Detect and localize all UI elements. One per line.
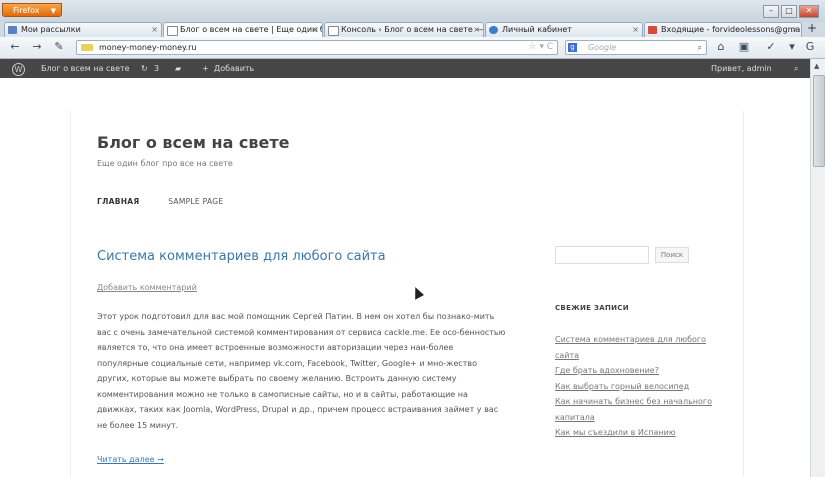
updates-icon[interactable]: ↻ (141, 59, 148, 78)
close-tab-icon[interactable]: × (632, 23, 639, 37)
window-controls: – □ ✕ (763, 5, 819, 18)
dropdown-icon[interactable]: ▾ (785, 40, 799, 54)
tab-2[interactable]: Консоль ‹ Блог о всем на свете — ... × (324, 22, 484, 37)
page-icon (328, 26, 339, 36)
address-bar[interactable]: money-money-money.ru ☆ ▾ C (76, 40, 558, 55)
mail-icon (8, 26, 17, 34)
tab-label: Консоль ‹ Блог о всем на свете — ... (341, 25, 484, 34)
sidebar-search-input[interactable] (555, 246, 649, 264)
main-menu: ГЛАВНАЯ SAMPLE PAGE (97, 197, 249, 206)
add-new-link[interactable]: Добавить (214, 59, 254, 78)
close-tab-icon[interactable]: × (312, 23, 319, 37)
new-tab-button[interactable]: + (804, 22, 820, 36)
recent-post-link[interactable]: Как мы съездили в Испанию (555, 425, 715, 441)
cabinet-icon (489, 26, 498, 34)
firefox-menu-label: Firefox (13, 6, 40, 15)
firefox-menu-button[interactable]: Firefox ▼ (2, 3, 62, 17)
read-more-link[interactable]: Читать далее → (97, 455, 164, 464)
navigation-toolbar: ← → ✎ money-money-money.ru ☆ ▾ C g Googl… (0, 37, 825, 59)
bookmark-star-icon[interactable]: ☆ ▾ C (528, 41, 553, 54)
forward-icon[interactable]: → (30, 40, 44, 54)
recent-post-link[interactable]: Где брать вдохновение? (555, 363, 715, 379)
post-excerpt: Этот урок подготовил для вас мой помощни… (97, 312, 506, 430)
menu-item-sample-page[interactable]: SAMPLE PAGE (168, 197, 223, 206)
plus-icon[interactable]: + (202, 59, 209, 78)
addon-icon[interactable]: G (803, 40, 817, 54)
sidebar-search-button[interactable]: Поиск (655, 247, 689, 263)
tab-0[interactable]: Мои рассылки × (4, 22, 162, 37)
recent-post-link[interactable]: Как начинать бизнес без начального капит… (555, 394, 715, 425)
tab-strip: Мои рассылки × Блог о всем на свете | Ещ… (0, 22, 825, 37)
site-identity-icon (81, 44, 93, 51)
recent-posts-heading: СВЕЖИЕ ЗАПИСИ (555, 304, 629, 312)
back-icon[interactable]: ← (8, 40, 22, 54)
site-page: Блог о всем на свете Еще один блог про в… (70, 111, 744, 477)
recent-post-link[interactable]: Система комментариев для любого сайта (555, 332, 715, 363)
close-tab-icon[interactable]: × (791, 23, 798, 37)
tab-1[interactable]: Блог о всем на свете | Еще один бл... × (163, 22, 323, 37)
vertical-scrollbar[interactable]: ▲ (810, 59, 825, 477)
updates-count[interactable]: 3 (154, 59, 159, 78)
admin-search-icon[interactable]: ⌕ (794, 59, 798, 78)
comments-icon[interactable]: ▰ (175, 59, 181, 78)
wp-admin-bar: W Блог о всем на свете ↻ 3 ▰ + Добавить … (0, 59, 810, 78)
account-greeting[interactable]: Привет, admin (711, 59, 772, 78)
page-icon (167, 26, 178, 36)
google-icon: g (568, 43, 577, 52)
wordpress-icon[interactable]: W (12, 63, 25, 76)
scrollbar-thumb[interactable] (813, 75, 825, 167)
search-placeholder: Google (588, 43, 617, 52)
menu-item-home[interactable]: ГЛАВНАЯ (97, 197, 140, 206)
window-icon[interactable]: ▣ (737, 40, 751, 54)
site-description: Еще один блог про все на свете (97, 159, 233, 168)
recent-post-link[interactable]: Как выбрать горный велосипед (555, 379, 715, 395)
close-tab-icon[interactable]: × (473, 23, 480, 37)
tab-label: Блог о всем на свете | Еще один бл... (180, 25, 323, 34)
search-icon[interactable]: ⌕ (698, 41, 702, 54)
home-icon[interactable]: ⌂ (714, 40, 728, 54)
tab-label: Мои рассылки (21, 25, 81, 34)
bookmark-menu-icon[interactable]: ✎ (52, 40, 66, 54)
admin-site-name[interactable]: Блог о всем на свете (41, 59, 130, 78)
tab-4[interactable]: Входящие - forvideolessons@gmail.... × (644, 22, 802, 37)
close-tab-icon[interactable]: × (151, 23, 158, 37)
maximize-button[interactable]: □ (781, 5, 797, 18)
menu-arrow-icon: ▼ (50, 7, 56, 15)
tools-icon[interactable]: ✓ (764, 40, 778, 54)
add-comment-link[interactable]: Добавить комментарий (97, 283, 197, 292)
scroll-up-icon[interactable]: ▲ (814, 62, 819, 70)
page-viewport: W Блог о всем на свете ↻ 3 ▰ + Добавить … (0, 59, 810, 477)
tab-label: Личный кабинет (502, 25, 572, 34)
minimize-button[interactable]: – (763, 5, 779, 18)
tab-3[interactable]: Личный кабинет × (485, 22, 643, 37)
search-box[interactable]: g Google ⌕ (565, 40, 707, 55)
close-window-button[interactable]: ✕ (799, 5, 819, 18)
window-titlebar: Firefox ▼ – □ ✕ (0, 0, 825, 22)
tab-label: Входящие - forvideolessons@gmail.... (661, 25, 802, 34)
site-title[interactable]: Блог о всем на свете (97, 133, 290, 152)
gmail-icon (648, 26, 657, 34)
post-title[interactable]: Система комментариев для любого сайта (97, 249, 386, 264)
url-text: money-money-money.ru (99, 43, 197, 52)
recent-posts-list: Система комментариев для любого сайта Гд… (555, 332, 715, 441)
